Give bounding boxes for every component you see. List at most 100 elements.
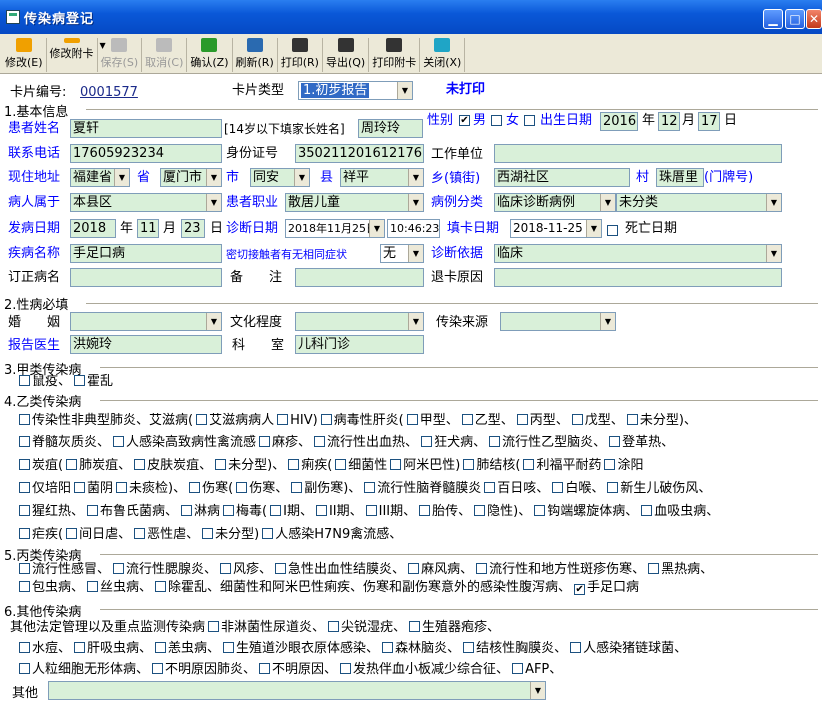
- chk[interactable]: [259, 663, 271, 674]
- onset-year-input[interactable]: 2018: [70, 219, 116, 238]
- hfmd-checkbox[interactable]: ✔: [574, 584, 586, 595]
- chk[interactable]: [648, 563, 660, 574]
- chk[interactable]: [19, 482, 30, 493]
- chk[interactable]: [408, 563, 420, 574]
- chk[interactable]: [113, 563, 125, 574]
- chk[interactable]: [607, 482, 619, 493]
- marriage-select[interactable]: ▼: [70, 312, 222, 331]
- chk[interactable]: [315, 505, 327, 516]
- village-input[interactable]: 西湖社区: [494, 168, 630, 187]
- chk[interactable]: [461, 414, 473, 425]
- chk[interactable]: [270, 505, 282, 516]
- chk[interactable]: [512, 663, 524, 674]
- phone-input[interactable]: 17605923234: [70, 144, 222, 163]
- chk[interactable]: [516, 414, 528, 425]
- house-input[interactable]: 珠厝里: [656, 168, 704, 187]
- edu-select[interactable]: ▼: [295, 312, 424, 331]
- birth-day-input[interactable]: 17: [698, 112, 720, 131]
- county-select[interactable]: 同安 ▼: [250, 168, 310, 187]
- female-check-box[interactable]: [524, 115, 535, 126]
- chk[interactable]: [134, 459, 146, 470]
- toolbar-button-7[interactable]: 导出(Q): [323, 38, 370, 72]
- chk[interactable]: [604, 459, 616, 470]
- chk[interactable]: [116, 482, 128, 493]
- birth-year-input[interactable]: 2016: [600, 112, 638, 131]
- toolbar-button-3[interactable]: 取消(C): [142, 38, 188, 72]
- chk[interactable]: [262, 528, 274, 539]
- chk[interactable]: [208, 621, 220, 632]
- disease-input[interactable]: 手足口病: [70, 244, 222, 263]
- work-input[interactable]: [494, 144, 782, 163]
- chk[interactable]: [291, 482, 303, 493]
- chk[interactable]: [155, 581, 167, 592]
- diag-time-input[interactable]: 10:46:23: [387, 219, 440, 238]
- return-input[interactable]: [494, 268, 782, 287]
- chk[interactable]: [523, 459, 535, 470]
- male-checkbox[interactable]: ✔: [459, 115, 470, 126]
- guardian-input[interactable]: 周玲玲: [358, 119, 423, 138]
- maximize-button[interactable]: □: [785, 9, 805, 29]
- onset-day-input[interactable]: 23: [181, 219, 205, 238]
- case-class2-select[interactable]: 未分类 ▼: [616, 193, 782, 212]
- province-select[interactable]: 福建省 ▼: [70, 168, 130, 187]
- onset-month-input[interactable]: 11: [137, 219, 159, 238]
- case-class-select[interactable]: 临床诊断病例 ▼: [494, 193, 616, 212]
- chk[interactable]: [626, 414, 638, 425]
- chk[interactable]: [570, 642, 582, 653]
- chk[interactable]: [236, 482, 248, 493]
- chk[interactable]: [409, 621, 421, 632]
- chk[interactable]: [223, 505, 235, 516]
- plague-checkbox[interactable]: [19, 375, 30, 386]
- chk[interactable]: [364, 482, 376, 493]
- chk[interactable]: [113, 436, 125, 447]
- belong-select[interactable]: 本县区 ▼: [70, 193, 222, 212]
- chk[interactable]: [275, 563, 287, 574]
- toolbar-button-5[interactable]: 刷新(R): [233, 38, 278, 72]
- chk[interactable]: [19, 414, 30, 425]
- toolbar-button-6[interactable]: 打印(R): [278, 38, 323, 72]
- dropdown-arrow-icon[interactable]: ▼: [99, 41, 105, 50]
- chk[interactable]: [155, 642, 167, 653]
- chk[interactable]: [19, 563, 30, 574]
- chk[interactable]: [220, 563, 232, 574]
- chk[interactable]: [19, 581, 30, 592]
- chk[interactable]: [314, 436, 326, 447]
- other-select[interactable]: ▼: [48, 681, 546, 700]
- chk[interactable]: [382, 642, 394, 653]
- chk[interactable]: [571, 414, 583, 425]
- source-select[interactable]: ▼: [500, 312, 616, 331]
- chk[interactable]: [641, 505, 653, 516]
- minimize-button[interactable]: ▁: [763, 9, 783, 29]
- toolbar-button-1[interactable]: 修改附卡 ▼: [47, 38, 106, 72]
- chk[interactable]: [74, 642, 86, 653]
- chk[interactable]: [484, 482, 496, 493]
- chk[interactable]: [609, 436, 621, 447]
- chk[interactable]: [463, 459, 475, 470]
- chk[interactable]: [19, 663, 30, 674]
- chk[interactable]: [259, 436, 271, 447]
- chk[interactable]: [19, 505, 30, 516]
- remark-input[interactable]: [295, 268, 424, 287]
- chk[interactable]: [489, 436, 501, 447]
- birth-month-input[interactable]: 12: [658, 112, 680, 131]
- chk[interactable]: [202, 528, 214, 539]
- chk[interactable]: [87, 581, 99, 592]
- chk[interactable]: [534, 505, 546, 516]
- chk[interactable]: [335, 459, 347, 470]
- chk[interactable]: [419, 505, 431, 516]
- chk[interactable]: [320, 414, 332, 425]
- chk[interactable]: [463, 642, 475, 653]
- cholera-checkbox[interactable]: [74, 375, 86, 386]
- chk[interactable]: [19, 459, 30, 470]
- contact-select[interactable]: 无 ▼: [380, 244, 424, 263]
- chk[interactable]: [552, 482, 564, 493]
- death-checkbox[interactable]: [607, 225, 618, 236]
- chk[interactable]: [474, 505, 486, 516]
- chk[interactable]: [66, 459, 78, 470]
- fill-date-select[interactable]: 2018-11-25 ▼: [510, 219, 602, 238]
- doctor-input[interactable]: 洪婉玲: [70, 335, 222, 354]
- chk[interactable]: [189, 482, 201, 493]
- chk[interactable]: [152, 663, 164, 674]
- chk[interactable]: [74, 482, 86, 493]
- chk[interactable]: [390, 459, 402, 470]
